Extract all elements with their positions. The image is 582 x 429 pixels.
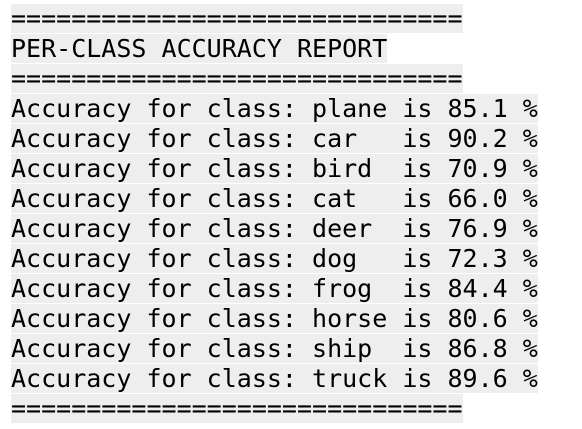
accuracy-line-bird: Accuracy for class: bird is 70.9 % (11, 154, 538, 184)
separator-line-middle: ============================== (11, 64, 538, 94)
accuracy-text: Accuracy for class: frog is 84.4 % (11, 274, 538, 303)
console-output: ============================== PER-CLASS… (11, 4, 538, 424)
accuracy-text: Accuracy for class: cat is 66.0 % (11, 184, 538, 213)
accuracy-text: Accuracy for class: ship is 86.8 % (11, 334, 538, 363)
accuracy-text: Accuracy for class: bird is 70.9 % (11, 154, 538, 183)
separator-line-top: ============================== (11, 4, 538, 34)
report-title-line: PER-CLASS ACCURACY REPORT (11, 34, 538, 64)
separator-text: ============================== (11, 64, 463, 93)
accuracy-line-plane: Accuracy for class: plane is 85.1 % (11, 94, 538, 124)
accuracy-text: Accuracy for class: truck is 89.6 % (11, 364, 538, 393)
accuracy-text: Accuracy for class: deer is 76.9 % (11, 214, 538, 243)
accuracy-text: Accuracy for class: car is 90.2 % (11, 124, 538, 153)
accuracy-line-car: Accuracy for class: car is 90.2 % (11, 124, 538, 154)
accuracy-line-horse: Accuracy for class: horse is 80.6 % (11, 304, 538, 334)
separator-text: ============================== (11, 4, 463, 33)
accuracy-text: Accuracy for class: dog is 72.3 % (11, 244, 538, 273)
accuracy-text: Accuracy for class: plane is 85.1 % (11, 94, 538, 123)
accuracy-line-frog: Accuracy for class: frog is 84.4 % (11, 274, 538, 304)
accuracy-text: Accuracy for class: horse is 80.6 % (11, 304, 538, 333)
separator-text: ============================== (11, 394, 463, 423)
accuracy-line-truck: Accuracy for class: truck is 89.6 % (11, 364, 538, 394)
report-title: PER-CLASS ACCURACY REPORT (11, 34, 388, 63)
separator-line-bottom: ============================== (11, 394, 538, 424)
accuracy-line-cat: Accuracy for class: cat is 66.0 % (11, 184, 538, 214)
accuracy-line-deer: Accuracy for class: deer is 76.9 % (11, 214, 538, 244)
accuracy-line-dog: Accuracy for class: dog is 72.3 % (11, 244, 538, 274)
accuracy-line-ship: Accuracy for class: ship is 86.8 % (11, 334, 538, 364)
